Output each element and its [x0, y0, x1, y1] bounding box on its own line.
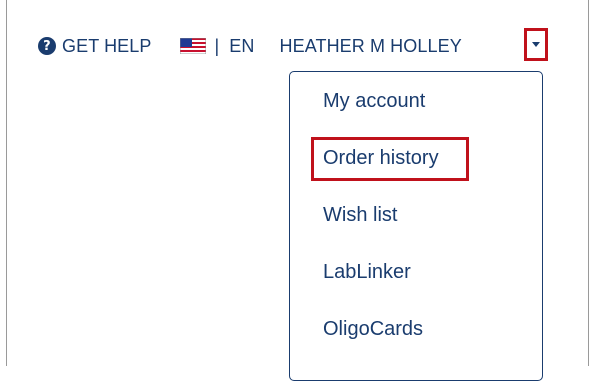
menu-item-lablinker[interactable]: LabLinker: [323, 261, 411, 284]
top-navigation: ? GET HELP | EN HEATHER M HOLLEY: [38, 32, 462, 60]
user-name: HEATHER M HOLLEY: [279, 35, 462, 56]
language-separator: |: [214, 35, 220, 56]
menu-item-oligocards[interactable]: OligoCards: [323, 318, 423, 341]
account-dropdown-menu: My account Order history Wish list LabLi…: [289, 71, 543, 381]
menu-item-wish-list[interactable]: Wish list: [323, 204, 397, 227]
menu-item-order-history[interactable]: Order history: [323, 147, 439, 170]
get-help-link[interactable]: ? GET HELP: [38, 36, 152, 57]
user-menu-caret-button[interactable]: [524, 28, 548, 61]
user-menu-toggle[interactable]: HEATHER M HOLLEY: [280, 36, 462, 57]
caret-down-icon: [532, 42, 540, 47]
question-circle-icon: ?: [38, 37, 56, 55]
us-flag-icon[interactable]: [179, 38, 206, 54]
get-help-label: GET HELP: [62, 35, 152, 56]
language-selector[interactable]: EN: [229, 36, 254, 57]
menu-item-my-account[interactable]: My account: [323, 90, 425, 113]
